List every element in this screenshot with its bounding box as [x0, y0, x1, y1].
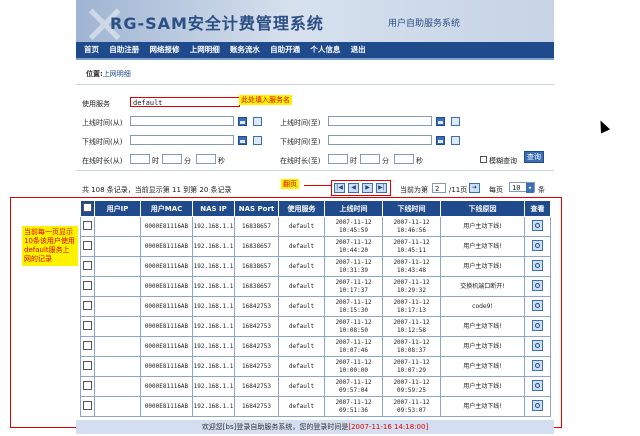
per-page-select[interactable]: 10 ▾: [509, 182, 535, 193]
side-note: 当前每一页显示10条该用户使用default服务上网的记录: [22, 226, 78, 266]
offline-to-input[interactable]: [328, 135, 432, 145]
online-to-label: 上线时间(至): [280, 119, 321, 127]
query-button[interactable]: 查询: [524, 151, 544, 163]
first-page-icon[interactable]: |◀: [334, 183, 345, 193]
clear-icon[interactable]: [451, 117, 460, 126]
breadcrumb-page: 上网明细: [102, 70, 131, 78]
online-from-label: 上线时间(从): [82, 119, 123, 127]
service-note: 此处填入服务名: [239, 95, 292, 105]
table-highlight: [10, 197, 562, 428]
offline-from-input[interactable]: [130, 135, 234, 145]
nav-self-open[interactable]: 自助开通: [270, 42, 300, 58]
app-subtitle: 用户自助服务系统: [388, 19, 461, 29]
duration-from-hour[interactable]: [130, 154, 150, 164]
offline-to-label: 下线时间(至): [280, 138, 321, 146]
footer: 欢迎您[bs]登录自助服务系统，您的登录时间是[2007-11-16 14:18…: [76, 420, 554, 434]
current-page-label: 当前为第: [400, 186, 428, 194]
record-summary: 共 108 条记录，当前显示第 11 到第 20 条记录: [82, 186, 232, 194]
clear-icon[interactable]: [451, 136, 460, 145]
nav-online-detail[interactable]: 上网明细: [190, 42, 220, 58]
duration-from-minute[interactable]: [162, 154, 182, 164]
prev-page-icon[interactable]: ◀: [348, 183, 359, 193]
nav-repair[interactable]: 网络报修: [149, 42, 179, 58]
nav-account-flow[interactable]: 账务流水: [230, 42, 260, 58]
duration-from-second[interactable]: [196, 154, 216, 164]
header-banner: ✕ RG-SAM安全计费管理系统 用户自助服务系统: [76, 0, 554, 42]
calendar-icon[interactable]: [238, 136, 247, 145]
fuzzy-query-label: 模糊查询: [489, 157, 517, 165]
clear-icon[interactable]: [253, 136, 262, 145]
total-pages: /11页: [449, 186, 468, 194]
nav-profile[interactable]: 个人信息: [310, 42, 340, 58]
page-number-input[interactable]: 2: [432, 183, 446, 193]
main-nav: 首页 自助注册 网络报修 上网明细 账务流水 自助开通 个人信息 退出: [76, 42, 554, 58]
nav-home[interactable]: 首页: [84, 42, 99, 58]
per-page-label: 每页: [489, 186, 503, 194]
chevron-down-icon[interactable]: ▾: [526, 183, 534, 193]
next-page-icon[interactable]: ▶: [362, 183, 373, 193]
duration-to-hour[interactable]: [328, 154, 348, 164]
offline-from-label: 下线时间(从): [82, 138, 123, 146]
duration-to-second[interactable]: [394, 154, 414, 164]
online-from-input[interactable]: [130, 116, 234, 126]
service-label: 使用服务: [82, 100, 110, 108]
duration-to-label: 在线时长(至): [280, 157, 321, 165]
per-page-unit: 条: [538, 186, 545, 194]
calendar-icon[interactable]: [436, 136, 445, 145]
pager-note: 翻页: [281, 179, 299, 189]
nav-logout[interactable]: 退出: [351, 42, 366, 58]
service-input[interactable]: default: [130, 97, 240, 107]
nav-register[interactable]: 自助注册: [109, 42, 139, 58]
fuzzy-query-checkbox[interactable]: [480, 156, 487, 163]
duration-to-minute[interactable]: [360, 154, 380, 164]
mouse-cursor-icon: [595, 118, 611, 134]
app-logo: RG-SAM安全计费管理系统: [110, 14, 324, 33]
last-page-icon[interactable]: ▶|: [376, 183, 387, 193]
calendar-icon[interactable]: [436, 117, 445, 126]
calendar-icon[interactable]: [238, 117, 247, 126]
clear-icon[interactable]: [253, 117, 262, 126]
online-to-input[interactable]: [328, 116, 432, 126]
duration-from-label: 在线时长(从): [82, 157, 123, 165]
go-page-icon[interactable]: ➜: [469, 183, 480, 193]
breadcrumb: 位置:上网明细: [86, 70, 131, 78]
